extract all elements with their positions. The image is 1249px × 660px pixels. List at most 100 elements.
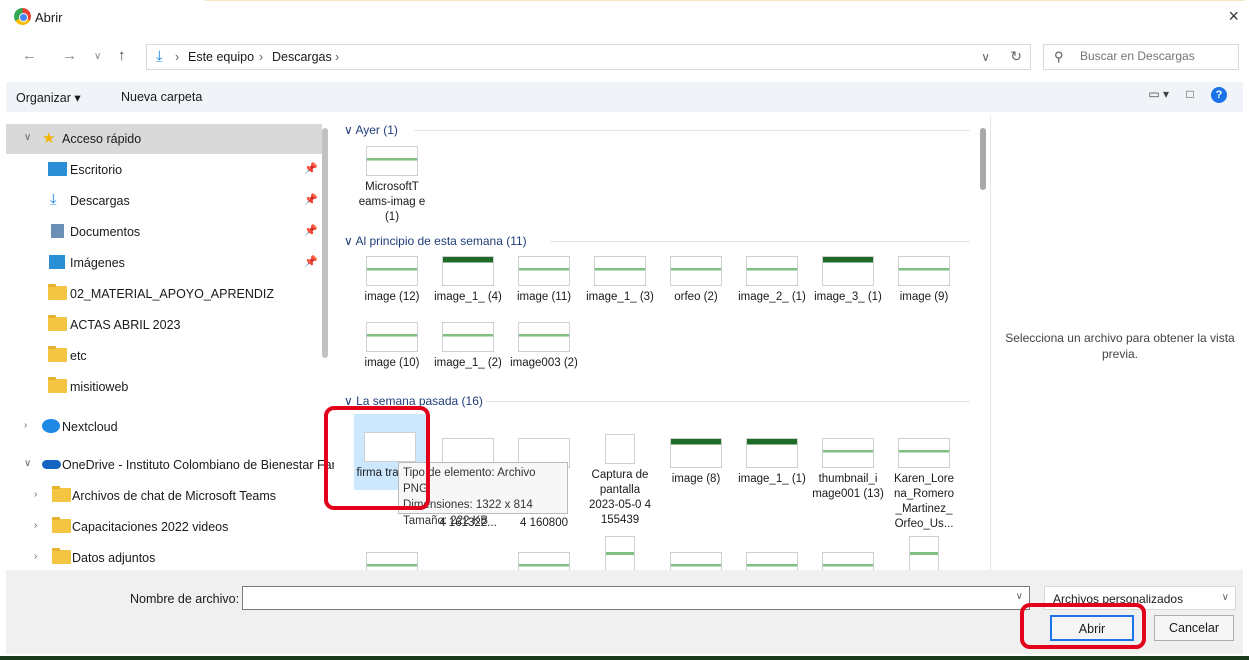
expand-icon[interactable]: › [34,489,37,500]
file-tile[interactable]: image (9) [888,256,960,305]
sidebar-item-downloads[interactable]: ⤓ Descargas 📌 [6,186,322,216]
expand-icon[interactable]: › [24,420,27,431]
sidebar-label: Descargas [70,194,130,208]
sidebar-item-folder[interactable]: misitioweb [6,372,322,402]
collapse-icon[interactable]: ∨ [24,132,31,143]
refresh-icon[interactable]: ↻ [1010,48,1022,65]
sidebar-item-nextcloud[interactable]: › Nextcloud [6,412,322,442]
sidebar-item-folder[interactable]: › Capacitaciones 2022 videos [6,512,322,542]
file-tile[interactable] [736,552,808,570]
organize-menu[interactable]: Organizar ▾ [16,90,81,105]
expand-icon[interactable]: › [34,551,37,562]
file-name: image (11) [516,291,572,303]
file-thumbnail [366,322,418,352]
address-bar[interactable]: ⤓ › Este equipo › Descargas › ∨ ↻ [146,44,1031,70]
documents-icon [51,224,64,238]
file-list-scrollbar[interactable] [980,128,986,190]
new-folder-button[interactable]: Nueva carpeta [121,90,202,104]
search-input[interactable] [1080,49,1230,63]
sidebar-item-folder[interactable]: › Datos adjuntos [6,543,322,568]
file-tile[interactable]: orfeo (2) [660,256,732,305]
sidebar-item-documents[interactable]: Documentos 📌 [6,217,322,247]
file-tile[interactable] [660,552,732,570]
sidebar-label: OneDrive - Instituto Colombiano de Biene… [62,458,334,472]
sidebar-item-folder[interactable]: ACTAS ABRIL 2023 [6,310,322,340]
help-icon[interactable]: ? [1211,87,1227,103]
sidebar-item-onedrive[interactable]: ∨ OneDrive - Instituto Colombiano de Bie… [6,450,334,480]
group-header-this-week[interactable]: ∨ Al principio de esta semana (11) [344,234,527,248]
folder-icon [52,486,71,502]
file-thumbnail [518,256,570,286]
pin-icon[interactable]: 📌 [304,193,318,206]
crumb-separator-icon: › [335,50,340,64]
file-thumbnail [746,256,798,286]
recent-dropdown-icon[interactable]: ∨ [94,51,101,62]
preview-pane-icon[interactable]: □ [1186,87,1193,101]
collapse-icon[interactable]: ∨ [24,458,31,469]
highlight-annotation [1020,603,1146,649]
file-tile[interactable]: image_1_ (1) [736,438,808,487]
file-tile[interactable] [888,536,960,570]
file-thumbnail [822,552,874,570]
sidebar-item-quick-access[interactable]: ∨ ★ Acceso rápido [6,124,322,154]
sidebar-label: ACTAS ABRIL 2023 [70,318,181,332]
file-tile[interactable]: MicrosoftT eams-imag e (1) [356,146,428,225]
downloads-icon: ⤓ [156,48,163,65]
folder-icon [48,377,67,393]
search-icon: ⚲ [1054,49,1064,64]
expand-icon[interactable]: › [34,520,37,531]
file-tile[interactable]: image_1_ (3) [584,256,656,305]
file-tile[interactable] [356,552,428,570]
file-tile[interactable]: image003 (2) [508,322,580,371]
file-tile[interactable]: image_3_ (1) [812,256,884,305]
file-tile[interactable] [508,552,580,570]
file-name: orfeo (2) [674,291,718,303]
file-tile[interactable]: image (11) [508,256,580,305]
up-arrow-icon[interactable]: ↑ [118,47,126,64]
address-dropdown-icon[interactable]: ∨ [981,50,990,64]
crumb-this-pc[interactable]: Este equipo [188,50,254,64]
sidebar-label: Acceso rápido [62,132,142,146]
pin-icon[interactable]: 📌 [304,255,318,268]
sidebar-item-folder[interactable]: 02_MATERIAL_APOYO_APRENDIZ [6,279,322,309]
file-tile[interactable]: image_1_ (2) [432,322,504,371]
filename-dropdown-icon[interactable]: ∨ [1016,591,1023,602]
search-box[interactable]: ⚲ [1043,44,1239,70]
file-tile[interactable]: Karen_Lore na_Romero _Martinez_ Orfeo_Us… [888,438,960,532]
file-name: Captura de pantalla 2023-05-0 4 155439 [588,469,652,526]
group-header-yesterday[interactable]: ∨ Ayer (1) [344,123,398,137]
close-icon[interactable]: × [1228,6,1239,27]
file-tile[interactable]: image (8) [660,438,732,487]
forward-arrow-icon[interactable]: → [62,47,77,64]
file-tile[interactable] [812,552,884,570]
folder-icon [48,284,67,300]
sidebar-item-folder[interactable]: › Archivos de chat de Microsoft Teams [6,481,322,511]
file-name: image_1_ (3) [586,291,654,303]
file-tile[interactable]: thumbnail_i mage001 (13) [812,438,884,502]
folder-icon [52,517,71,533]
group-divider [414,130,970,131]
file-tile[interactable]: image (12) [356,256,428,305]
file-tile[interactable]: image_1_ (4) [432,256,504,305]
file-tile[interactable]: image (10) [356,322,428,371]
cancel-button[interactable]: Cancelar [1154,615,1234,641]
sidebar-item-folder[interactable]: etc [6,341,322,371]
file-name: image_1_ (2) [434,357,502,369]
back-arrow-icon[interactable]: ← [22,47,37,64]
file-tile[interactable]: image_2_ (1) [736,256,808,305]
filename-input[interactable]: ∨ [242,586,1030,610]
desktop-icon [48,162,67,176]
pin-icon[interactable]: 📌 [304,162,318,175]
view-options-icon[interactable]: ▭ ▾ [1148,87,1169,101]
sidebar-item-desktop[interactable]: Escritorio 📌 [6,155,322,185]
crumb-downloads[interactable]: Descargas [272,50,332,64]
file-tile[interactable]: Captura de pantalla 2023-05-0 4 155439 [584,434,656,528]
preview-message: Selecciona un archivo para obtener la vi… [1005,331,1235,361]
sidebar-item-pictures[interactable]: Imágenes 📌 [6,248,322,278]
file-name: thumbnail_i mage001 (13) [812,473,884,500]
pin-icon[interactable]: 📌 [304,224,318,237]
folder-icon [48,315,67,331]
file-tile[interactable] [584,536,656,570]
sidebar-scrollbar[interactable] [322,128,328,358]
preview-pane: Selecciona un archivo para obtener la vi… [990,116,1243,570]
